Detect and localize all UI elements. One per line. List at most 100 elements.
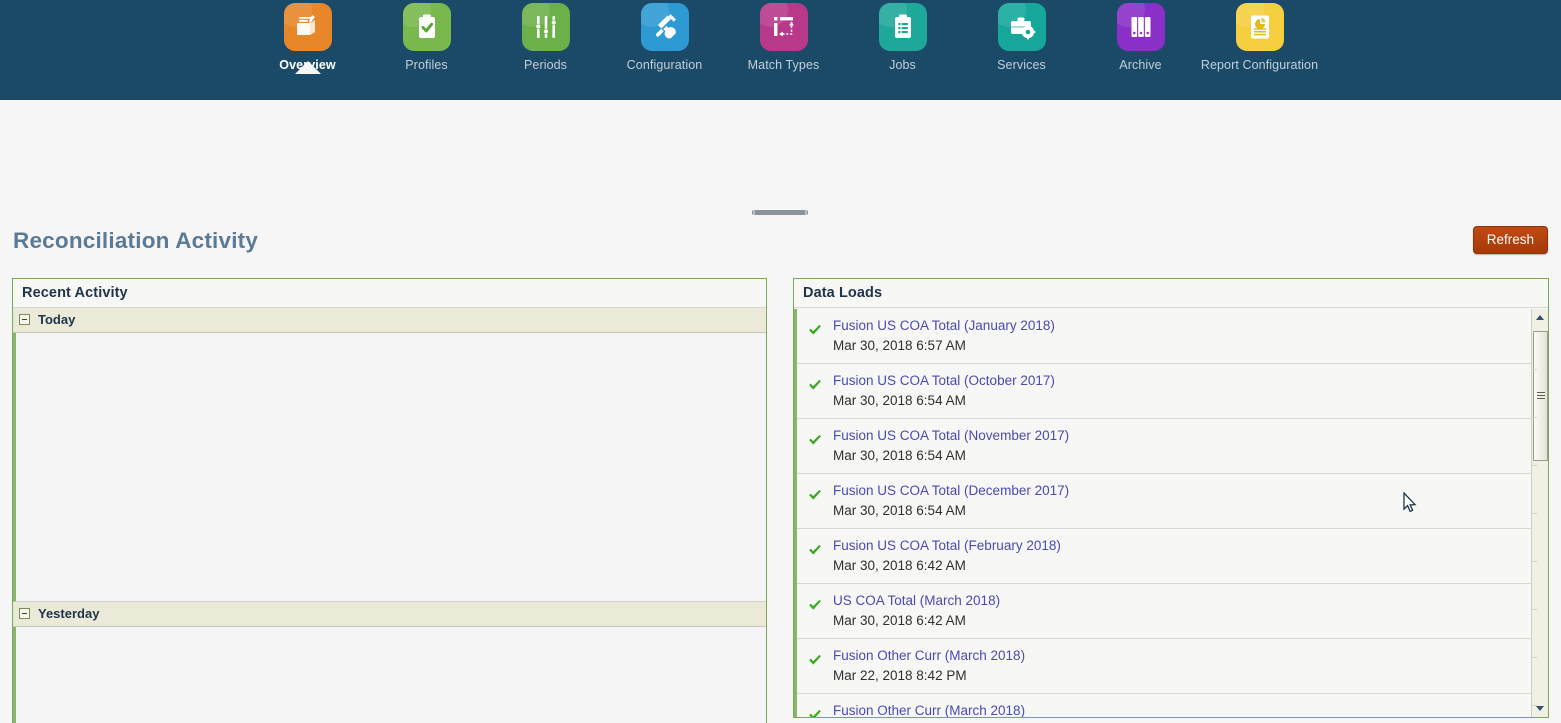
collapse-icon[interactable] <box>19 314 30 325</box>
data-load-link[interactable]: Fusion Other Curr (March 2018) <box>833 647 1531 665</box>
scrollbar-track-tick <box>1532 561 1537 562</box>
data-load-link[interactable]: Fusion US COA Total (February 2018) <box>833 537 1531 555</box>
success-check-icon <box>797 482 833 501</box>
nav-item-configuration[interactable]: Configuration <box>605 0 724 73</box>
data-loads-list: Fusion US COA Total (January 2018) Mar 30… <box>794 309 1531 717</box>
panel-resize-handle[interactable] <box>752 210 808 215</box>
report-configuration-icon <box>1235 3 1284 51</box>
nav-item-periods[interactable]: Periods <box>486 0 605 73</box>
scrollbar-track-tick <box>1532 513 1537 514</box>
scrollbar-track-tick <box>1532 657 1537 658</box>
nav-item-label: Periods <box>523 58 568 72</box>
nav-item-report-configuration[interactable]: Report Configuration <box>1200 0 1319 73</box>
data-load-text: US COA Total (March 2018) Mar 30, 2018 6:… <box>833 592 1531 630</box>
scrollbar-track-tick <box>1532 417 1537 418</box>
data-load-link[interactable]: Fusion US COA Total (November 2017) <box>833 427 1531 445</box>
data-load-link[interactable]: Fusion US COA Total (December 2017) <box>833 482 1531 500</box>
data-load-timestamp: Mar 30, 2018 6:54 AM <box>833 503 966 518</box>
data-load-timestamp: Mar 30, 2018 6:42 AM <box>833 558 966 573</box>
data-load-row[interactable]: Fusion US COA Total (November 2017) Mar 3… <box>797 419 1531 474</box>
configuration-icon <box>640 3 689 51</box>
success-check-icon <box>797 372 833 391</box>
data-load-text: Fusion US COA Total (December 2017) Mar 3… <box>833 482 1531 520</box>
scrollbar-track-tick <box>1532 369 1537 370</box>
nav-item-label: Services <box>997 58 1046 72</box>
data-load-row[interactable]: Fusion Other Curr (March 2018) Mar 22, 20… <box>797 639 1531 694</box>
nav-item-jobs[interactable]: Jobs <box>843 0 962 73</box>
data-load-link[interactable]: Fusion Other Curr (March 2018) <box>833 702 1531 717</box>
nav-item-overview[interactable]: Overview <box>248 0 367 74</box>
activity-group-label: Yesterday <box>38 606 100 621</box>
nav-item-label: Configuration <box>626 58 703 72</box>
success-check-icon <box>797 702 833 717</box>
recent-activity-groups: TodayYesterdaySeven Days <box>13 308 766 723</box>
data-load-text: Fusion US COA Total (November 2017) Mar 3… <box>833 427 1531 465</box>
data-loads-scroll-area: Fusion US COA Total (January 2018) Mar 30… <box>794 309 1548 717</box>
activity-group-body <box>13 333 766 602</box>
data-load-link[interactable]: Fusion US COA Total (October 2017) <box>833 372 1531 390</box>
data-load-timestamp: Mar 30, 2018 6:54 AM <box>833 448 966 463</box>
activity-group-header[interactable]: Yesterday <box>13 602 766 627</box>
recent-activity-title: Recent Activity <box>13 279 766 308</box>
page-title: Reconciliation Activity <box>13 228 259 253</box>
nav-item-services[interactable]: Services <box>962 0 1081 73</box>
data-loads-panel: Data Loads Fusion US COA Total (January … <box>793 278 1549 718</box>
scrollbar-track-tick <box>1532 705 1537 706</box>
data-load-text: Fusion US COA Total (February 2018) Mar 3… <box>833 537 1531 575</box>
active-tab-pointer-icon <box>294 61 321 74</box>
services-icon <box>997 3 1046 51</box>
data-load-timestamp: Mar 22, 2018 8:42 PM <box>833 668 967 683</box>
nav-item-label: Match Types <box>747 58 820 72</box>
activity-group-header[interactable]: Today <box>13 308 766 333</box>
data-loads-scrollbar[interactable] <box>1531 309 1548 717</box>
data-load-row[interactable]: US COA Total (March 2018) Mar 30, 2018 6:… <box>797 584 1531 639</box>
data-load-link[interactable]: Fusion US COA Total (January 2018) <box>833 317 1531 335</box>
top-navigation-bar: Overview Profiles Periods Configuration Matc… <box>0 0 1561 100</box>
data-load-text: Fusion Other Curr (March 2018) Mar 22, 20… <box>833 647 1531 685</box>
archive-icon <box>1116 3 1165 51</box>
data-load-row[interactable]: Fusion Other Curr (March 2018) <box>797 694 1531 717</box>
success-check-icon <box>797 537 833 556</box>
scroll-up-icon[interactable] <box>1532 309 1548 326</box>
data-load-timestamp: Mar 30, 2018 6:54 AM <box>833 393 966 408</box>
data-load-timestamp: Mar 30, 2018 6:42 AM <box>833 613 966 628</box>
activity-group-label: Today <box>38 312 76 327</box>
data-load-row[interactable]: Fusion US COA Total (January 2018) Mar 30… <box>797 309 1531 364</box>
success-check-icon <box>797 592 833 611</box>
jobs-icon <box>878 3 927 51</box>
nav-item-archive[interactable]: Archive <box>1081 0 1200 73</box>
data-load-link[interactable]: US COA Total (March 2018) <box>833 592 1531 610</box>
mouse-cursor-icon <box>1403 491 1418 519</box>
scroll-down-icon[interactable] <box>1532 700 1548 717</box>
success-check-icon <box>797 647 833 666</box>
success-check-icon <box>797 317 833 336</box>
activity-group-body <box>13 627 766 723</box>
nav-item-label: Report Configuration <box>1200 58 1319 72</box>
scrollbar-thumb[interactable] <box>1533 331 1548 461</box>
data-load-row[interactable]: Fusion US COA Total (October 2017) Mar 30… <box>797 364 1531 419</box>
collapse-icon[interactable] <box>19 608 30 619</box>
nav-item-match-types[interactable]: Match Types <box>724 0 843 73</box>
refresh-button[interactable]: Refresh <box>1472 226 1548 254</box>
success-check-icon <box>797 427 833 446</box>
nav-item-label: Archive <box>1119 58 1162 72</box>
scrollbar-track-tick <box>1532 465 1537 466</box>
scrollbar-track-tick <box>1532 609 1537 610</box>
recent-activity-panel: Recent Activity TodayYesterdaySeven Days <box>12 278 767 723</box>
data-load-text: Fusion US COA Total (October 2017) Mar 30… <box>833 372 1531 410</box>
data-load-text: Fusion US COA Total (January 2018) Mar 30… <box>833 317 1531 355</box>
data-load-timestamp: Mar 30, 2018 6:57 AM <box>833 338 966 353</box>
data-load-text: Fusion Other Curr (March 2018) <box>833 702 1531 717</box>
match-types-icon <box>759 3 808 51</box>
page-body: Reconciliation Activity Refresh Recent A… <box>0 100 1561 723</box>
periods-icon <box>521 3 570 51</box>
nav-item-list: Overview Profiles Periods Configuration Matc… <box>0 0 1561 100</box>
nav-item-profiles[interactable]: Profiles <box>367 0 486 73</box>
profiles-icon <box>402 3 451 51</box>
data-loads-title: Data Loads <box>794 279 1548 308</box>
data-load-row[interactable]: Fusion US COA Total (December 2017) Mar 3… <box>797 474 1531 529</box>
scrollbar-grip-icon <box>1537 392 1545 400</box>
overview-icon <box>283 3 332 51</box>
nav-item-label: Jobs <box>889 58 916 72</box>
data-load-row[interactable]: Fusion US COA Total (February 2018) Mar 3… <box>797 529 1531 584</box>
